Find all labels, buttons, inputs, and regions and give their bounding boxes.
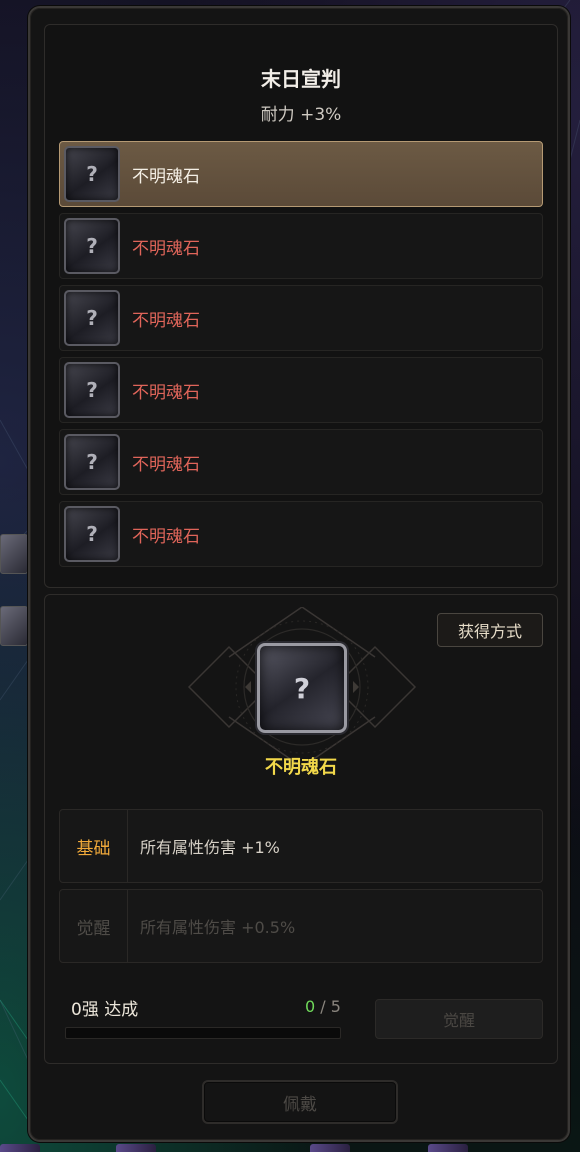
selected-soul-stone-icon: ? xyxy=(257,643,347,733)
set-title: 末日宣判 xyxy=(261,67,341,91)
progress-max: 5 xyxy=(330,997,341,1016)
soul-stone-slot[interactable]: ? 不明魂石 xyxy=(59,357,543,423)
base-stat-tag: 基础 xyxy=(60,810,128,882)
acquire-method-button[interactable]: 获得方式 xyxy=(437,613,543,647)
side-item-thumbnail[interactable] xyxy=(0,534,28,574)
soul-stone-slot[interactable]: ? 不明魂石 xyxy=(59,501,543,567)
base-stat-row: 基础 所有属性伤害 +1% xyxy=(59,809,543,883)
bottom-strip-item xyxy=(0,1144,40,1152)
soul-stone-name: 不明魂石 xyxy=(132,526,200,547)
progress-current: 0 xyxy=(305,997,316,1016)
progress-separator: / xyxy=(315,997,331,1016)
equip-button[interactable]: 佩戴 xyxy=(202,1080,398,1124)
soul-stone-slot[interactable]: ? 不明魂石 xyxy=(59,141,543,207)
unknown-soul-stone-icon: ? xyxy=(64,146,120,202)
soul-stone-name: 不明魂石 xyxy=(132,238,200,259)
soul-stone-slot[interactable]: ? 不明魂石 xyxy=(59,285,543,351)
unknown-soul-stone-icon: ? xyxy=(64,506,120,562)
awaken-stat-row: 觉醒 所有属性伤害 +0.5% xyxy=(59,889,543,963)
soul-stone-slot[interactable]: ? 不明魂石 xyxy=(59,429,543,495)
soul-stone-name: 不明魂石 xyxy=(132,382,200,403)
soul-stone-name: 不明魂石 xyxy=(132,454,200,475)
enhance-progress-count: 0 / 5 xyxy=(305,997,341,1016)
bottom-strip-item xyxy=(428,1144,468,1152)
awaken-stat-tag: 觉醒 xyxy=(60,890,128,962)
awaken-button[interactable]: 觉醒 xyxy=(375,999,543,1039)
selected-stone-name: 不明魂石 xyxy=(265,757,337,778)
unknown-soul-stone-icon: ? xyxy=(64,434,120,490)
bottom-strip-item xyxy=(116,1144,156,1152)
soul-stone-slot[interactable]: ? 不明魂石 xyxy=(59,213,543,279)
soul-stone-panel: 末日宣判 耐力 +3% ? 不明魂石 ? 不明魂石 ? 不明魂石 ? 不明魂石 … xyxy=(28,6,570,1142)
soul-stone-name: 不明魂石 xyxy=(132,310,200,331)
enhance-progress-bar xyxy=(65,1027,341,1039)
set-bonus: 耐力 +3% xyxy=(260,105,342,125)
soul-stone-list: ? 不明魂石 ? 不明魂石 ? 不明魂石 ? 不明魂石 ? 不明魂石 ? 不明魂… xyxy=(59,141,543,573)
unknown-soul-stone-icon: ? xyxy=(64,362,120,418)
base-stat-text: 所有属性伤害 +1% xyxy=(140,838,280,857)
stone-detail-section: 获得方式 ? 不明魂石 基础 所有属性伤害 +1% 觉醒 所有属性伤害 +0.5… xyxy=(44,594,558,1064)
enhance-progress-label: 0强 达成 xyxy=(71,1000,139,1020)
set-section: 末日宣判 耐力 +3% ? 不明魂石 ? 不明魂石 ? 不明魂石 ? 不明魂石 … xyxy=(44,24,558,588)
awaken-stat-text: 所有属性伤害 +0.5% xyxy=(140,918,296,937)
soul-stone-name: 不明魂石 xyxy=(132,166,200,187)
unknown-soul-stone-icon: ? xyxy=(64,218,120,274)
unknown-soul-stone-icon: ? xyxy=(64,290,120,346)
bottom-strip-item xyxy=(310,1144,350,1152)
side-item-thumbnail[interactable] xyxy=(0,606,28,646)
